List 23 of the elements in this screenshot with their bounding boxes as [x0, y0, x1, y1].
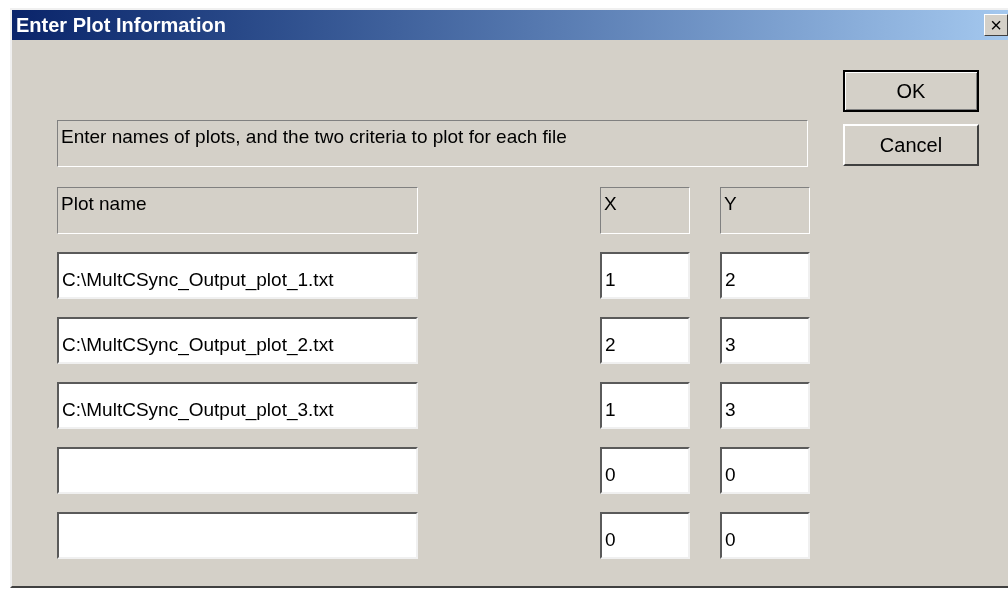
- x-field[interactable]: 1: [600, 252, 690, 299]
- cancel-button[interactable]: Cancel: [843, 124, 979, 166]
- x-field[interactable]: 0: [600, 512, 690, 559]
- y-field[interactable]: 3: [720, 382, 810, 429]
- plot-name-field[interactable]: [57, 512, 418, 559]
- x-field[interactable]: 1: [600, 382, 690, 429]
- y-field[interactable]: 2: [720, 252, 810, 299]
- description-label: Enter names of plots, and the two criteria to plot for each file: [57, 120, 808, 167]
- plot-name-field[interactable]: C:\MultCSync_Output_plot_1.txt: [57, 252, 418, 299]
- window-title: Enter Plot Information: [16, 13, 226, 38]
- x-field[interactable]: 2: [600, 317, 690, 364]
- y-field[interactable]: 3: [720, 317, 810, 364]
- y-field[interactable]: 0: [720, 512, 810, 559]
- plot-name-field[interactable]: [57, 447, 418, 494]
- plot-name-field[interactable]: C:\MultCSync_Output_plot_2.txt: [57, 317, 418, 364]
- ok-button[interactable]: OK: [843, 70, 979, 112]
- column-header: Plot name: [57, 187, 418, 234]
- column-header: X: [600, 187, 690, 234]
- close-button[interactable]: ×: [984, 14, 1008, 36]
- x-field[interactable]: 0: [600, 447, 690, 494]
- column-header: Y: [720, 187, 810, 234]
- plot-name-field[interactable]: C:\MultCSync_Output_plot_3.txt: [57, 382, 418, 429]
- y-field[interactable]: 0: [720, 447, 810, 494]
